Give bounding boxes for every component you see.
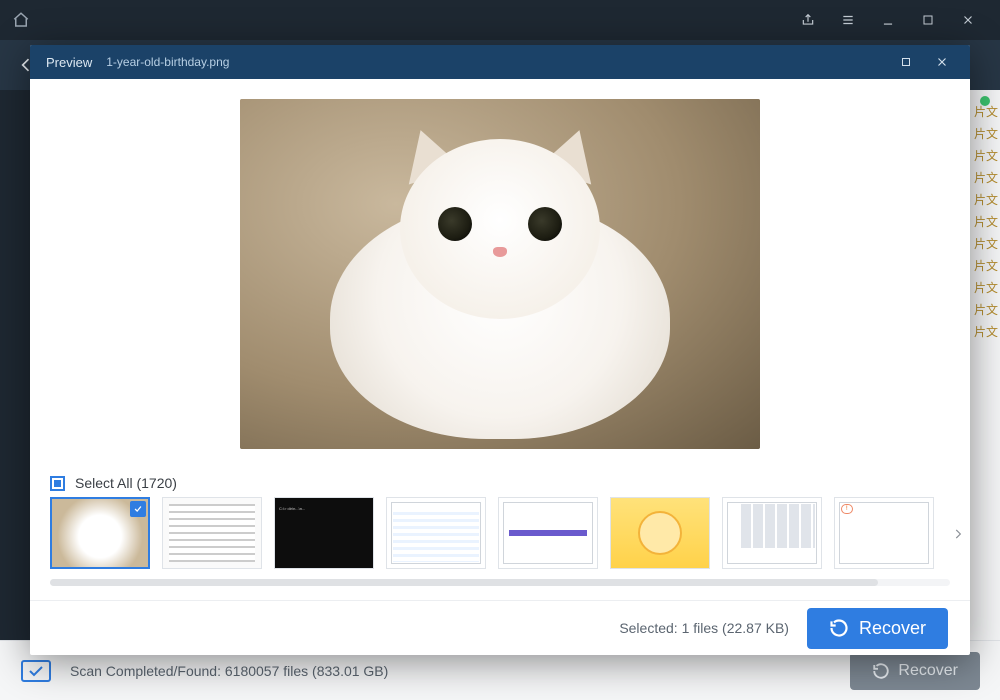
thumbnail[interactable]	[386, 497, 486, 569]
scan-status-text: Scan Completed/Found: 6180057 files (833…	[70, 663, 388, 679]
modal-close-button[interactable]	[924, 45, 960, 79]
background-row: 片文	[970, 144, 1000, 166]
thumbnail[interactable]	[162, 497, 262, 569]
select-all-checkbox[interactable]	[50, 476, 65, 491]
thumbnail[interactable]: !	[834, 497, 934, 569]
checkmark-icon	[130, 501, 146, 517]
background-row: 片文	[970, 166, 1000, 188]
background-row: 片文	[970, 254, 1000, 276]
share-icon[interactable]	[788, 0, 828, 40]
modal-footer: Selected: 1 files (22.87 KB) Recover	[30, 600, 970, 655]
recover-label: Recover	[859, 618, 926, 639]
window-maximize-button[interactable]	[908, 0, 948, 40]
background-row: 片文	[970, 298, 1000, 320]
selected-summary: Selected: 1 files (22.87 KB)	[619, 620, 789, 636]
recover-button[interactable]: Recover	[807, 608, 948, 649]
preview-modal: Preview 1-year-old-birthday.png Select A…	[30, 45, 970, 655]
menu-icon[interactable]	[828, 0, 868, 40]
scan-complete-icon	[20, 657, 56, 685]
preview-area	[30, 79, 970, 469]
modal-title: Preview	[46, 55, 92, 70]
preview-image	[240, 99, 760, 449]
window-close-button[interactable]	[948, 0, 988, 40]
status-dot-icon	[980, 96, 990, 106]
background-file-list: 片文片文片文片文片文片文片文片文片文片文片文	[970, 90, 1000, 640]
thumbnail[interactable]	[610, 497, 710, 569]
select-all-row: Select All (1720)	[30, 469, 970, 497]
thumbnail[interactable]	[498, 497, 598, 569]
thumbnail[interactable]	[722, 497, 822, 569]
background-row: 片文	[970, 320, 1000, 342]
thumbnail[interactable]	[50, 497, 150, 569]
modal-maximize-button[interactable]	[888, 45, 924, 79]
window-minimize-button[interactable]	[868, 0, 908, 40]
background-row: 片文	[970, 122, 1000, 144]
modal-titlebar: Preview 1-year-old-birthday.png	[30, 45, 970, 79]
bg-recover-label: Recover	[898, 662, 958, 680]
thumbnail[interactable]: C:\> dir\n...\n...	[274, 497, 374, 569]
bg-recover-button[interactable]: Recover	[850, 652, 980, 690]
app-titlebar	[0, 0, 1000, 40]
background-row: 片文	[970, 210, 1000, 232]
background-row: 片文	[970, 232, 1000, 254]
recover-icon	[829, 618, 849, 638]
home-icon[interactable]	[12, 11, 30, 29]
background-row: 片文	[970, 188, 1000, 210]
thumbnail-strip: C:\> dir\n...\n...!	[30, 497, 970, 571]
background-row: 片文	[970, 276, 1000, 298]
thumbnail-scrollbar[interactable]	[50, 579, 950, 586]
select-all-label: Select All (1720)	[75, 475, 177, 491]
modal-filename: 1-year-old-birthday.png	[106, 55, 229, 69]
thumbnail-next-button[interactable]	[948, 514, 968, 554]
